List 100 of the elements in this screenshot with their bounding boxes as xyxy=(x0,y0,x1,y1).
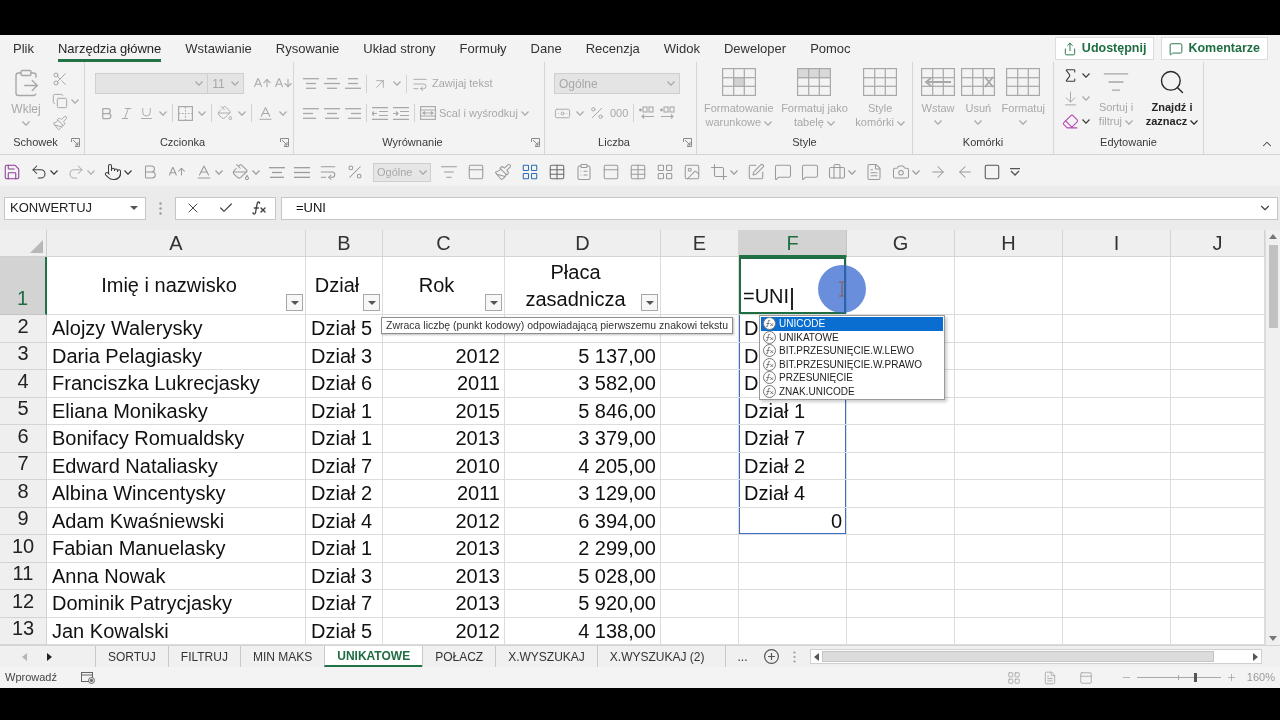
column-header[interactable]: F xyxy=(739,230,847,257)
ribbon-tab[interactable]: Deweloper xyxy=(723,35,787,62)
scroll-right-icon[interactable] xyxy=(47,652,52,661)
cell-editor[interactable]: =UNI xyxy=(739,257,847,315)
document-icon[interactable] xyxy=(865,163,883,181)
row-header[interactable]: 3 xyxy=(0,342,47,370)
caret-icon[interactable] xyxy=(1082,118,1090,124)
column-header[interactable]: H xyxy=(955,230,1063,257)
column-header[interactable]: J xyxy=(1171,230,1265,257)
scroll-left-icon[interactable] xyxy=(813,652,819,661)
ribbon-tab[interactable]: Dane xyxy=(530,35,562,62)
page-break-icon[interactable] xyxy=(1078,670,1093,685)
row-header[interactable]: 7 xyxy=(0,452,47,480)
dialog-launcher-icon[interactable] xyxy=(71,138,80,147)
scroll-up-icon[interactable] xyxy=(1269,234,1277,239)
row-header[interactable]: 8 xyxy=(0,480,47,508)
clipboard-icon[interactable] xyxy=(575,163,593,181)
caret-icon[interactable] xyxy=(1082,72,1090,78)
ribbon-tab[interactable]: Plik xyxy=(13,35,34,62)
row-header[interactable]: 11 xyxy=(0,562,47,590)
window-icon[interactable] xyxy=(602,163,620,181)
wrap-text-icon[interactable] xyxy=(319,163,337,181)
scroll-right-icon[interactable] xyxy=(1253,652,1258,661)
find-select-button[interactable]: Znajdź i zaznacz xyxy=(1142,65,1202,131)
customize-icon[interactable] xyxy=(1010,168,1020,176)
row-header[interactable]: 10 xyxy=(0,535,47,563)
comments-button[interactable]: Komentarze xyxy=(1161,37,1268,60)
dialog-launcher-icon[interactable] xyxy=(683,138,692,147)
filter-button[interactable] xyxy=(286,294,303,311)
column-header[interactable]: I xyxy=(1063,230,1171,257)
column-header[interactable]: E xyxy=(661,230,739,257)
paint-bucket-icon[interactable] xyxy=(232,163,250,181)
row-header[interactable]: 12 xyxy=(0,590,47,618)
ribbon-tab[interactable]: Wstawianie xyxy=(185,35,252,62)
zoom-slider[interactable] xyxy=(1136,673,1221,682)
page-layout-icon[interactable] xyxy=(1042,670,1057,685)
grip-icon[interactable] xyxy=(159,201,162,215)
row-header[interactable]: 1 xyxy=(0,257,47,315)
column-header[interactable]: D xyxy=(505,230,661,257)
sheet-tab[interactable]: UNIKATOWE xyxy=(324,646,423,667)
zoom-in-icon[interactable] xyxy=(1225,672,1237,683)
scrollbar-thumb[interactable] xyxy=(1268,245,1278,328)
camera-icon[interactable] xyxy=(892,163,910,181)
filter-button[interactable] xyxy=(641,294,658,311)
normal-view-icon[interactable] xyxy=(1006,670,1021,685)
share-button[interactable]: Udostępnij xyxy=(1054,37,1155,60)
row-header[interactable]: 13 xyxy=(0,617,47,645)
pointer-icon[interactable] xyxy=(104,163,122,181)
filter-icon[interactable] xyxy=(440,163,458,181)
name-box[interactable]: KONWERTUJ xyxy=(4,196,146,220)
ribbon-tab[interactable]: Rysowanie xyxy=(275,35,340,62)
horizontal-scrollbar[interactable] xyxy=(809,649,1262,664)
percent-icon[interactable] xyxy=(346,163,364,181)
column-header[interactable]: C xyxy=(383,230,505,257)
row-header[interactable]: 9 xyxy=(0,507,47,535)
row-header[interactable]: 5 xyxy=(0,397,47,425)
column-header[interactable]: B xyxy=(306,230,383,257)
save-icon[interactable] xyxy=(3,163,21,181)
paintbrush-icon[interactable] xyxy=(494,163,512,181)
row-header[interactable]: 2 xyxy=(0,315,47,343)
row-header[interactable]: 4 xyxy=(0,370,47,398)
caret-icon[interactable] xyxy=(124,169,132,175)
square-icon[interactable] xyxy=(983,163,1001,181)
formula-input[interactable]: =UNI xyxy=(281,196,1278,220)
ribbon-tab[interactable]: Pomoc xyxy=(810,35,851,62)
add-sheet-icon[interactable] xyxy=(763,649,779,664)
dialog-launcher-icon[interactable] xyxy=(531,138,540,147)
image-icon[interactable] xyxy=(683,163,701,181)
scroll-down-icon[interactable] xyxy=(1269,636,1277,641)
eraser-icon[interactable] xyxy=(1062,112,1079,130)
column-header[interactable]: A xyxy=(47,230,306,257)
crop-icon[interactable] xyxy=(710,163,728,181)
grid-icon[interactable] xyxy=(521,163,539,181)
select-all-icon[interactable] xyxy=(30,240,43,253)
align-justify-icon[interactable] xyxy=(294,166,310,178)
ribbon-tab[interactable]: Układ strony xyxy=(363,35,436,62)
row-header[interactable]: 6 xyxy=(0,425,47,453)
ribbon-tab[interactable]: Formuły xyxy=(459,35,507,62)
font-color-icon[interactable] xyxy=(195,163,213,181)
macro-record-icon[interactable] xyxy=(80,671,95,684)
grip-icon[interactable] xyxy=(792,650,796,663)
function-icon[interactable] xyxy=(250,200,267,216)
scrollbar-thumb[interactable] xyxy=(821,651,1214,662)
column-header[interactable]: G xyxy=(847,230,955,257)
undo-icon[interactable] xyxy=(30,163,48,181)
grid-icon[interactable] xyxy=(656,163,674,181)
ribbon-tab[interactable]: Recenzja xyxy=(585,35,640,62)
ribbon-tab[interactable]: Widok xyxy=(663,35,700,62)
caret-icon[interactable] xyxy=(50,169,58,175)
window-icon[interactable] xyxy=(467,163,485,181)
speech-bubble-icon[interactable] xyxy=(801,163,819,181)
redo-icon[interactable] xyxy=(67,163,85,181)
table-icon[interactable] xyxy=(629,163,647,181)
speech-bubble-icon[interactable] xyxy=(774,163,792,181)
briefcase-icon[interactable] xyxy=(828,163,846,181)
vertical-scrollbar[interactable] xyxy=(1265,230,1280,645)
arrow-right-icon[interactable] xyxy=(929,163,947,181)
align-center-icon[interactable] xyxy=(269,166,285,178)
zoom-slider-thumb[interactable] xyxy=(1194,673,1198,682)
autocomplete-item[interactable]: UNICODE xyxy=(761,317,943,331)
